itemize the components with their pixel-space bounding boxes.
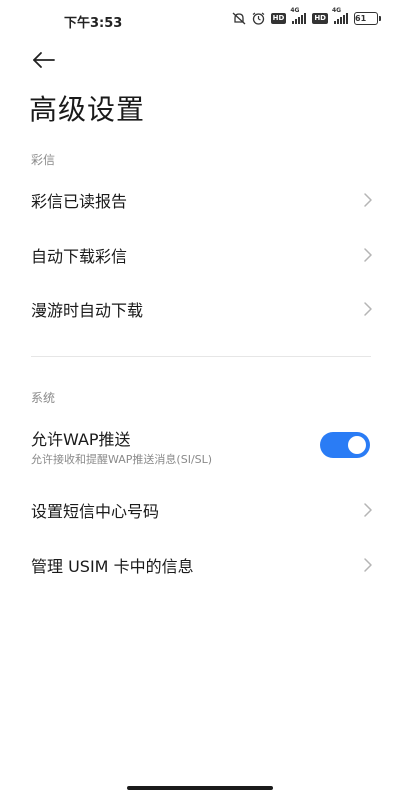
network-gen-label: 4G: [332, 7, 342, 14]
row-label: 设置短信中心号码: [31, 502, 160, 521]
row-label: 彩信已读报告: [31, 192, 128, 211]
chevron-right-icon: [364, 248, 372, 262]
section-label-system: 系统: [31, 391, 56, 405]
wap-push-title: 允许WAP推送: [31, 430, 131, 449]
auto-download-mms-item[interactable]: 自动下载彩信: [0, 230, 400, 280]
row-label: 自动下载彩信: [31, 247, 128, 266]
section-divider: [31, 356, 371, 357]
page-title: 高级设置: [29, 93, 146, 126]
sms-center-number-item[interactable]: 设置短信中心号码: [0, 485, 400, 535]
battery-icon: 61: [354, 12, 381, 25]
status-icons: HD 4G HD 4G 61: [232, 7, 381, 25]
wap-push-subtitle: 允许接收和提醒WAP推送消息(SI/SL): [31, 453, 213, 466]
status-time: 下午3:53: [64, 16, 123, 31]
alarm-icon: [252, 12, 265, 25]
chevron-right-icon: [364, 558, 372, 572]
hd-icon: HD: [270, 13, 287, 24]
row-label: 漫游时自动下载: [31, 301, 144, 320]
home-indicator[interactable]: [127, 786, 273, 790]
status-bar: 下午3:53 HD 4G HD 4G 61: [0, 0, 400, 40]
back-button[interactable]: [30, 46, 58, 74]
hd-icon: HD: [312, 13, 328, 24]
chevron-right-icon: [364, 302, 372, 316]
signal-icon: 4G: [290, 7, 307, 24]
mms-read-report-item[interactable]: 彩信已读报告: [0, 175, 400, 225]
roaming-auto-download-item[interactable]: 漫游时自动下载: [0, 284, 400, 334]
section-label-mms: 彩信: [31, 153, 56, 167]
toggle-knob: [348, 436, 366, 454]
manage-usim-messages-item[interactable]: 管理 USIM 卡中的信息: [0, 540, 400, 590]
wap-push-item[interactable]: 允许WAP推送 允许接收和提醒WAP推送消息(SI/SL): [0, 420, 400, 476]
wap-push-toggle[interactable]: [320, 432, 370, 458]
arrow-left-icon: [33, 52, 55, 68]
chevron-right-icon: [364, 193, 372, 207]
mute-icon: [232, 12, 246, 25]
chevron-right-icon: [364, 503, 372, 517]
row-label: 管理 USIM 卡中的信息: [31, 557, 194, 576]
network-gen-label: 4G: [290, 7, 300, 14]
signal-icon: 4G: [332, 7, 348, 24]
